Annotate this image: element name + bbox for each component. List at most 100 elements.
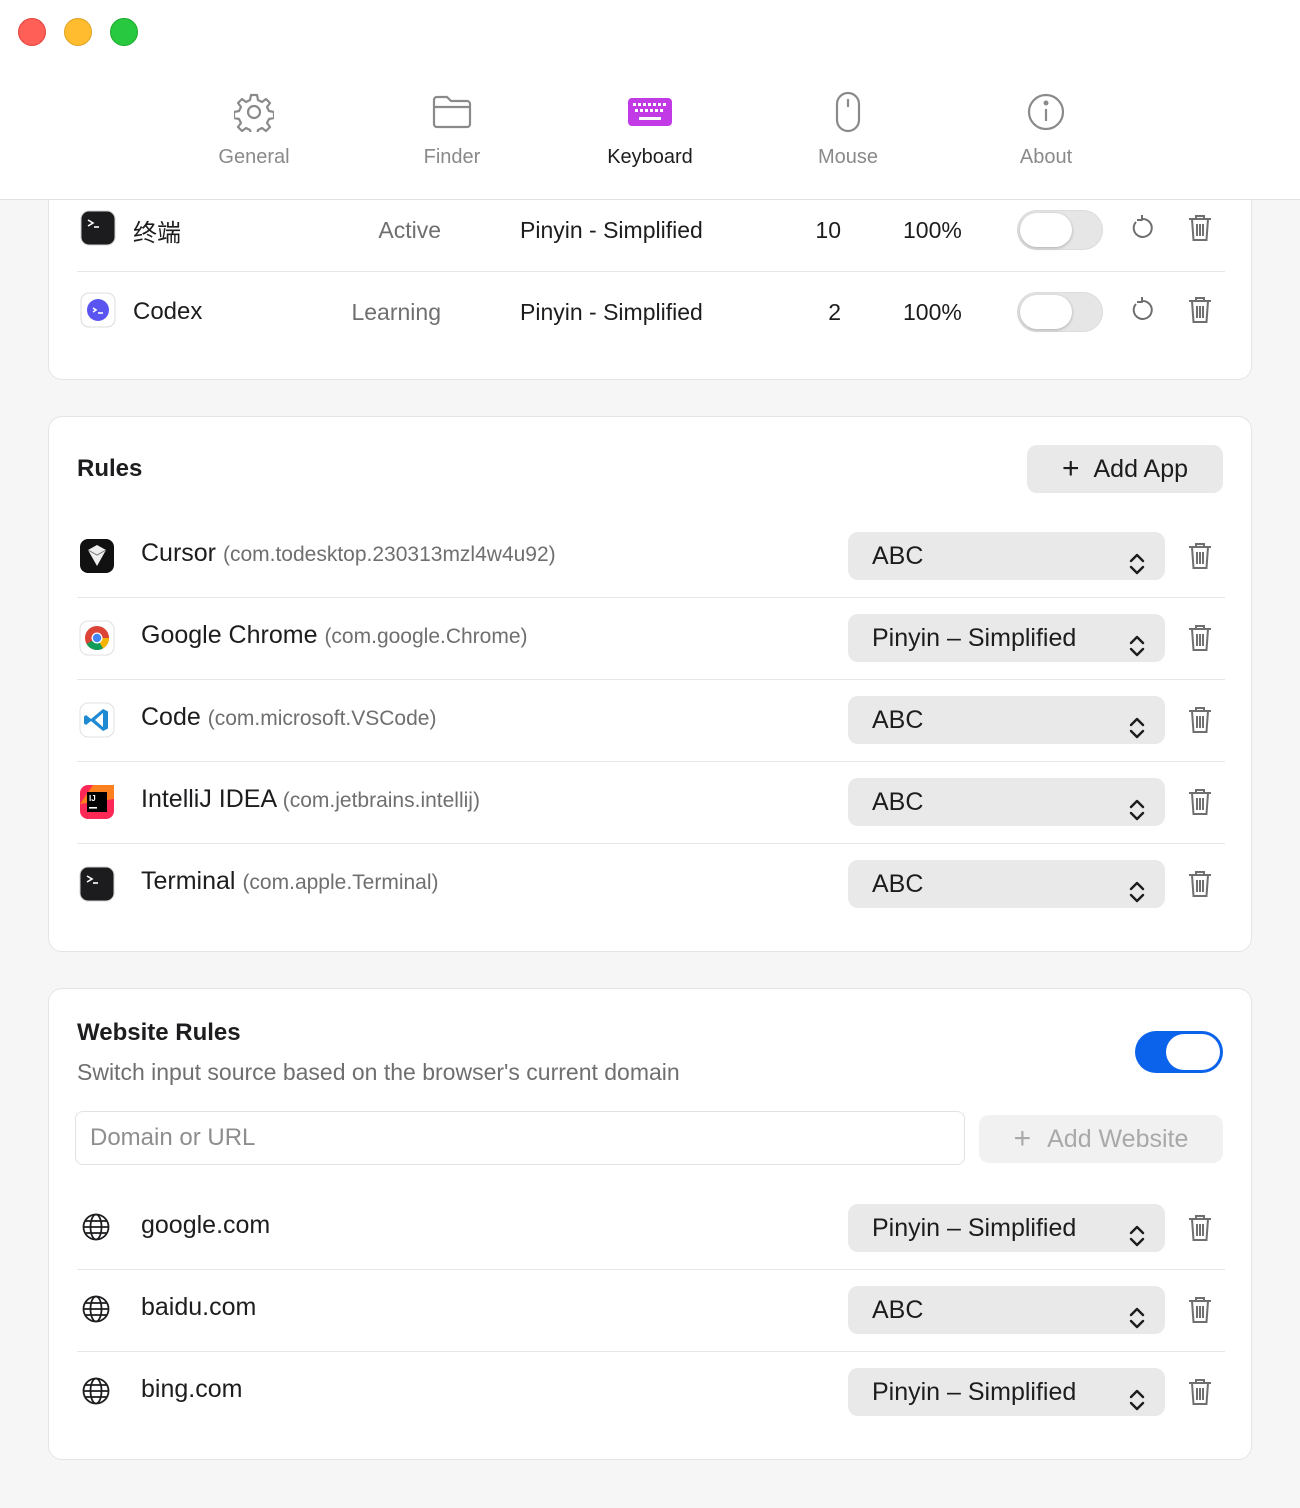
- trash-icon[interactable]: [1187, 1295, 1213, 1330]
- add-app-label: Add App: [1093, 454, 1189, 483]
- website-row: google.com Pinyin – Simplified: [77, 1187, 1225, 1269]
- rule-bundle-id: (com.apple.Terminal): [242, 871, 439, 894]
- folder-icon: [428, 88, 476, 136]
- stats-toggle[interactable]: [1017, 210, 1103, 250]
- updown-chevron-icon: [1127, 708, 1147, 756]
- info-icon: [1022, 88, 1070, 136]
- add-website-button[interactable]: + Add Website: [979, 1115, 1223, 1163]
- updown-chevron-icon: [1127, 544, 1147, 592]
- trash-icon[interactable]: [1187, 295, 1213, 330]
- trash-icon[interactable]: [1187, 1377, 1213, 1412]
- rule-bundle-id: (com.google.Chrome): [324, 625, 528, 648]
- website-rules-subtitle: Switch input source based on the browser…: [77, 1059, 680, 1085]
- website-rules-toggle[interactable]: [1135, 1031, 1223, 1073]
- globe-icon: [81, 1212, 111, 1247]
- zoom-window-button[interactable]: [110, 18, 138, 46]
- intellij-app-icon: IJ: [79, 784, 115, 825]
- input-source-select[interactable]: ABC: [848, 532, 1165, 580]
- trash-icon[interactable]: [1187, 787, 1213, 822]
- tab-general[interactable]: General: [184, 88, 324, 178]
- updown-chevron-icon: [1127, 872, 1147, 920]
- input-source-select[interactable]: Pinyin – Simplified: [848, 1368, 1165, 1416]
- website-domain: google.com: [141, 1211, 271, 1239]
- content-area[interactable]: 终端 Active Pinyin - Simplified 10 100% Co…: [0, 200, 1300, 1508]
- globe-icon: [81, 1376, 111, 1411]
- select-value: Pinyin – Simplified: [872, 1214, 1077, 1242]
- plus-icon: +: [1013, 1122, 1032, 1155]
- input-source-select[interactable]: Pinyin – Simplified: [848, 1204, 1165, 1252]
- trash-icon[interactable]: [1187, 869, 1213, 904]
- rule-app-name: Google Chrome: [141, 621, 318, 649]
- tab-mouse[interactable]: Mouse: [778, 88, 918, 178]
- trash-icon[interactable]: [1187, 541, 1213, 576]
- select-value: ABC: [872, 706, 924, 734]
- reset-icon[interactable]: [1127, 213, 1157, 248]
- website-row: bing.com Pinyin – Simplified: [77, 1351, 1225, 1433]
- rule-row: Cursor (com.todesktop.230313mzl4w4u92) A…: [77, 515, 1225, 597]
- stats-toggle[interactable]: [1017, 292, 1103, 332]
- input-source-select[interactable]: ABC: [848, 696, 1165, 744]
- rule-app-name-wrap: Cursor (com.todesktop.230313mzl4w4u92): [141, 539, 556, 568]
- toolbar: General Finder Keyboard Mouse About: [0, 0, 1300, 200]
- plus-icon: +: [1061, 452, 1080, 485]
- reset-icon[interactable]: [1127, 295, 1157, 330]
- updown-chevron-icon: [1127, 1216, 1147, 1264]
- rule-bundle-id: (com.jetbrains.intellij): [282, 789, 480, 812]
- rule-app-name: Terminal: [141, 867, 236, 895]
- rule-app-name-wrap: Terminal (com.apple.Terminal): [141, 867, 439, 896]
- rule-app-name-wrap: Code (com.microsoft.VSCode): [141, 703, 436, 732]
- stats-percent: 100%: [903, 298, 962, 325]
- rule-row: Terminal (com.apple.Terminal) ABC: [77, 843, 1225, 925]
- minimize-window-button[interactable]: [64, 18, 92, 46]
- rule-app-name: Cursor: [141, 539, 217, 567]
- svg-text:IJ: IJ: [89, 794, 96, 803]
- stats-row: 终端 Active Pinyin - Simplified 10 100%: [77, 200, 1225, 271]
- close-window-button[interactable]: [18, 18, 46, 46]
- input-source-select[interactable]: ABC: [848, 1286, 1165, 1334]
- select-value: ABC: [872, 542, 924, 570]
- updown-chevron-icon: [1127, 790, 1147, 838]
- select-value: ABC: [872, 870, 924, 898]
- website-row: baidu.com ABC: [77, 1269, 1225, 1351]
- updown-chevron-icon: [1127, 626, 1147, 674]
- tab-about[interactable]: About: [976, 88, 1116, 178]
- stats-status: Learning: [351, 298, 441, 325]
- select-value: ABC: [872, 788, 924, 816]
- rule-bundle-id: (com.microsoft.VSCode): [207, 707, 437, 730]
- tab-keyboard[interactable]: Keyboard: [580, 88, 720, 178]
- rule-row: Code (com.microsoft.VSCode) ABC: [77, 679, 1225, 761]
- rule-app-name: Code: [141, 703, 201, 731]
- stats-count: 10: [815, 216, 841, 243]
- terminal-app-icon: [79, 866, 115, 907]
- trash-icon[interactable]: [1187, 213, 1213, 248]
- stats-app-name: Codex: [133, 298, 203, 325]
- codex-app-icon: [79, 291, 117, 334]
- gear-icon: [230, 88, 278, 136]
- tab-finder[interactable]: Finder: [382, 88, 522, 178]
- add-app-button[interactable]: + Add App: [1027, 445, 1223, 493]
- rule-bundle-id: (com.todesktop.230313mzl4w4u92): [222, 543, 556, 566]
- stats-input-source: Pinyin - Simplified: [520, 216, 703, 243]
- learning-stats-card: 终端 Active Pinyin - Simplified 10 100% Co…: [48, 200, 1252, 380]
- website-domain: baidu.com: [141, 1293, 257, 1321]
- input-source-select[interactable]: Pinyin – Simplified: [848, 614, 1165, 662]
- keyboard-icon: [626, 88, 674, 136]
- stats-row: Codex Learning Pinyin - Simplified 2 100…: [77, 271, 1225, 353]
- rules-title: Rules: [77, 455, 143, 482]
- stats-input-source: Pinyin - Simplified: [520, 298, 703, 325]
- trash-icon[interactable]: [1187, 623, 1213, 658]
- tab-finder-label: Finder: [423, 146, 481, 168]
- website-rules-title: Website Rules: [77, 1019, 241, 1046]
- input-source-select[interactable]: ABC: [848, 860, 1165, 908]
- rule-app-name-wrap: Google Chrome (com.google.Chrome): [141, 621, 528, 650]
- trash-icon[interactable]: [1187, 1213, 1213, 1248]
- mouse-icon: [824, 88, 872, 136]
- trash-icon[interactable]: [1187, 705, 1213, 740]
- chrome-app-icon: [79, 620, 115, 661]
- domain-input[interactable]: [75, 1111, 965, 1165]
- website-rules-card: Website Rules Switch input source based …: [48, 988, 1252, 1460]
- input-source-select[interactable]: ABC: [848, 778, 1165, 826]
- rules-card: Rules + Add App Cursor (com.todesktop.23…: [48, 416, 1252, 952]
- stats-percent: 100%: [903, 216, 962, 243]
- rule-row: Google Chrome (com.google.Chrome) Pinyin…: [77, 597, 1225, 679]
